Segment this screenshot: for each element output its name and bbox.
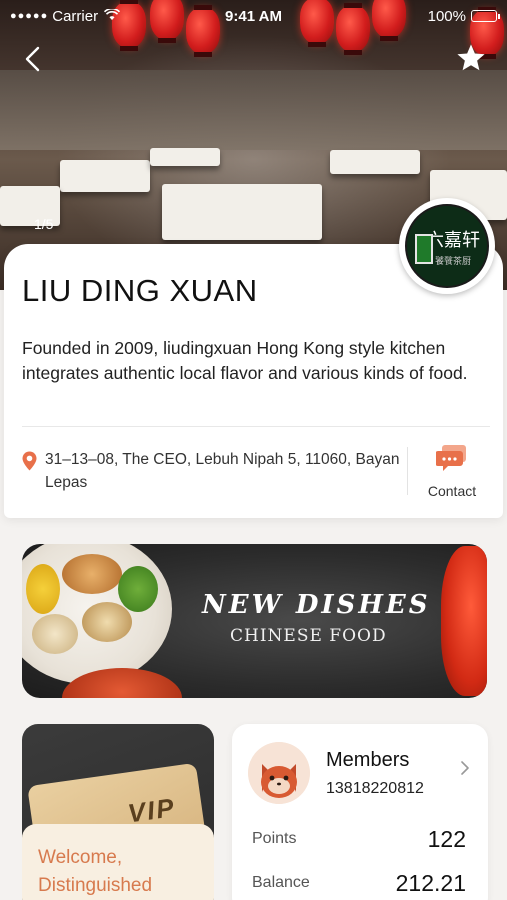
- members-phone: 13818220812: [326, 780, 424, 797]
- logo-subtext: 饕餮茶厨: [434, 255, 471, 266]
- battery-percent: 100%: [427, 7, 466, 25]
- star-icon: [457, 44, 485, 71]
- chevron-right-icon[interactable]: [460, 760, 470, 776]
- members-title: Members: [326, 749, 410, 771]
- dining-table: [330, 150, 420, 174]
- dining-table: [162, 184, 322, 240]
- cat-avatar-icon: [248, 742, 310, 804]
- logo-text: 六嘉轩: [426, 229, 480, 251]
- members-panel[interactable]: Members 13818220812 Points 122 Balance 2…: [232, 724, 488, 900]
- balance-label: Balance: [252, 874, 310, 891]
- promo-banner[interactable]: NEW DISHES CHINESE FOOD: [22, 544, 487, 698]
- vip-welcome: Welcome, Distinguished: [22, 824, 214, 900]
- contact-label: Contact: [427, 483, 477, 499]
- address-text: 31–13–08, The CEO, Lebuh Nipah 5, 11060,…: [45, 451, 400, 491]
- restaurant-logo: 六嘉轩 饕餮茶厨: [399, 198, 495, 294]
- oyster-image: [32, 614, 78, 654]
- logo-emblem: [415, 234, 433, 264]
- favorite-button[interactable]: [453, 40, 489, 76]
- balance-value: 212.21: [395, 870, 466, 896]
- dining-table: [150, 148, 220, 166]
- address-row[interactable]: 31–13–08, The CEO, Lebuh Nipah 5, 11060,…: [22, 448, 402, 494]
- photo-counter: 1/5: [34, 216, 54, 232]
- vip-panel[interactable]: VIP Welcome, Distinguished: [22, 724, 214, 900]
- contact-button[interactable]: Contact: [418, 444, 486, 499]
- logo-mark-area: 六嘉轩 饕餮茶厨: [405, 204, 489, 288]
- banner-title: NEW DISHES: [202, 590, 431, 620]
- chat-bubble-icon: [435, 445, 466, 471]
- vertical-divider: [407, 447, 408, 495]
- lobster-image: [441, 546, 487, 696]
- welcome-line-1: Welcome,: [38, 847, 123, 868]
- herb-image: [118, 566, 158, 612]
- back-button[interactable]: [18, 44, 48, 74]
- chevron-left-icon: [25, 46, 40, 72]
- restaurant-description: Founded in 2009, liudingxuan Hong Kong s…: [22, 338, 468, 383]
- banner-subtitle: CHINESE FOOD: [230, 626, 387, 646]
- status-bar: ●●●●● Carrier 9:41 AM 100%: [0, 0, 507, 32]
- corn-image: [26, 564, 60, 614]
- points-label: Points: [252, 830, 297, 847]
- battery-status: 100%: [427, 7, 500, 25]
- avatar: [248, 742, 310, 804]
- location-pin-icon: [22, 451, 37, 471]
- battery-icon: [471, 10, 500, 22]
- welcome-line-2: Distinguished: [38, 875, 153, 896]
- oyster-image: [82, 602, 132, 642]
- points-value: 122: [427, 826, 466, 852]
- dining-table: [60, 160, 150, 192]
- restaurant-name: LIU DING XUAN: [22, 273, 258, 308]
- seafood-image: [62, 554, 122, 594]
- hero-wall: [0, 70, 507, 150]
- divider: [22, 426, 490, 427]
